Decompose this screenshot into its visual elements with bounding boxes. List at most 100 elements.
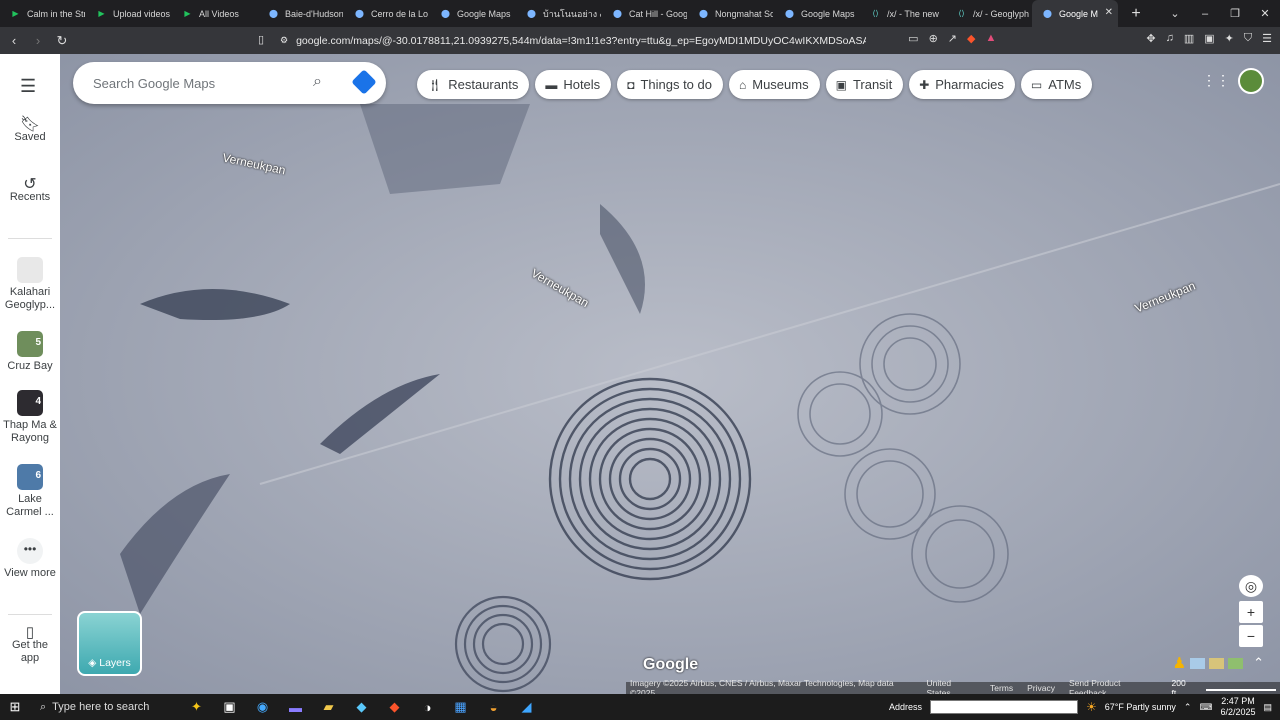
sidebar-icon[interactable]: ▥ xyxy=(1184,32,1194,45)
browser-tab[interactable]: ⬤ Google M ✕ xyxy=(1032,0,1118,27)
extensions-icon[interactable]: ✥ xyxy=(1146,32,1155,45)
keyboard-icon[interactable]: ⌨ xyxy=(1199,702,1212,713)
wallet-icon[interactable]: ▣ xyxy=(1204,32,1214,45)
close-tab-icon[interactable]: ✕ xyxy=(1105,7,1113,18)
brave-icon[interactable]: ◆ xyxy=(378,699,411,715)
rail-get-app[interactable]: ▯ Get the app xyxy=(0,625,60,665)
browser-tab[interactable]: ⟨⟩/x/ - The new xyxy=(860,0,946,27)
chip-transit[interactable]: ▣ Transit xyxy=(825,70,904,99)
install-icon[interactable]: ▭ xyxy=(908,32,918,45)
browser-tab[interactable]: ▶ Upload videos xyxy=(86,0,172,27)
chip-hotels[interactable]: ▬ Hotels xyxy=(535,70,612,99)
taskbar-search[interactable]: ⌕ Type here to search xyxy=(30,694,180,720)
weather-text[interactable]: 67°F Partly sunny xyxy=(1105,702,1176,712)
browser-tab[interactable]: ⬤ Google Maps xyxy=(430,0,516,27)
tab-search-icon[interactable]: ⌄ xyxy=(1160,7,1190,20)
zoom-icon[interactable]: ⊕ xyxy=(929,32,938,45)
bookmark-page-icon[interactable]: ▯ xyxy=(258,33,264,46)
close-window-button[interactable]: ✕ xyxy=(1250,7,1280,20)
search-box: ⌕ xyxy=(73,62,386,104)
my-location-icon[interactable]: ◎ xyxy=(1239,575,1263,597)
app-icon[interactable]: ▦ xyxy=(444,699,477,715)
browser-tab[interactable]: ⬤ Baie-d'Hudson xyxy=(258,0,344,27)
search-input[interactable] xyxy=(93,75,303,91)
rail-saved[interactable]: 🔖︎ Saved xyxy=(0,116,60,144)
browser-tab[interactable]: ⬤ Google Maps xyxy=(774,0,860,27)
rail-view-more[interactable]: ••• View more xyxy=(0,538,60,580)
chip-things-to-do[interactable]: ◘ Things to do xyxy=(617,70,723,99)
expand-icon[interactable]: ⌃ xyxy=(1253,655,1264,671)
address-bar[interactable]: ⚙ google.com/maps/@-30.0178811,21.093927… xyxy=(280,30,880,51)
app-icon[interactable]: ◆ xyxy=(345,699,378,715)
new-tab-button[interactable]: + xyxy=(1126,5,1146,23)
task-view-icon[interactable]: ▣ xyxy=(213,699,246,715)
browser-tab[interactable]: ⬤ Cat Hill - Goog xyxy=(602,0,688,27)
minimize-button[interactable]: – xyxy=(1190,8,1220,20)
menu-icon[interactable]: ☰ xyxy=(1262,32,1272,45)
brave-shield-icon[interactable]: ◆ xyxy=(967,32,975,45)
chip-museums[interactable]: ⌂ Museums xyxy=(728,70,820,99)
apps-grid-icon[interactable]: ⋮⋮ xyxy=(1202,72,1230,89)
app-icon[interactable]: ◒ xyxy=(477,700,510,715)
vpn-icon[interactable]: ⛉ xyxy=(1244,32,1252,45)
share-icon[interactable]: ↗ xyxy=(948,32,957,45)
satellite-map[interactable]: Verneukpan Verneukpan Verneukpan xyxy=(60,54,1280,694)
place-thumbnail: 6 xyxy=(17,464,43,490)
restore-button[interactable]: ❐ xyxy=(1220,7,1250,20)
map-controls: ◎ + − xyxy=(1239,575,1263,649)
app-icon[interactable]: ▬ xyxy=(279,700,312,715)
avatar[interactable] xyxy=(1238,68,1264,94)
browser-tab[interactable]: ▶ All Videos xyxy=(172,0,258,27)
hamburger-menu-icon[interactable]: ☰ xyxy=(20,76,36,97)
notifications-icon[interactable]: ▤ xyxy=(1263,702,1272,713)
address-label: Address xyxy=(888,702,922,712)
app-icon[interactable]: ◉ xyxy=(246,699,279,715)
windows-start-icon[interactable]: ⊞ xyxy=(0,699,30,715)
pegman-icon[interactable]: ♟ xyxy=(1173,654,1186,672)
address-toolbar-input[interactable] xyxy=(929,700,1078,714)
browser-tab[interactable]: ⬤ Nongmahat So xyxy=(688,0,774,27)
app-icon[interactable]: ◑ xyxy=(411,700,444,715)
search-icon[interactable]: ⌕ xyxy=(313,73,322,91)
rail-recent-place[interactable]: 6 Lake Carmel ... xyxy=(0,464,60,519)
chip-atms[interactable]: ▭ ATMs xyxy=(1020,70,1093,99)
browser-tab[interactable]: ⬤ Cerro de la Lo xyxy=(344,0,430,27)
browser-tab[interactable]: ⟨⟩/x/ - Geoglyph xyxy=(946,0,1032,27)
privacy-link[interactable]: Privacy xyxy=(1027,683,1055,693)
browser-toolbar: ‹ › ↻ ▯ ⚙ google.com/maps/@-30.0178811,2… xyxy=(0,27,1280,54)
layers-button[interactable]: ◈ Layers xyxy=(77,611,142,676)
chip-pharmacies[interactable]: ✚ Pharmacies xyxy=(909,70,1015,99)
terrain-option[interactable] xyxy=(1209,657,1225,669)
app-icon[interactable]: ◢ xyxy=(510,699,543,715)
media-icon[interactable]: ♫ xyxy=(1166,32,1174,45)
directions-icon[interactable] xyxy=(351,69,377,95)
chip-restaurants[interactable]: 🍴︎ Restaurants xyxy=(417,70,530,99)
back-icon[interactable]: ‹ xyxy=(4,33,24,48)
zoom-in-button[interactable]: + xyxy=(1239,601,1263,623)
browser-tab[interactable]: ▶ Calm in the Str xyxy=(0,0,86,27)
globe-option[interactable] xyxy=(1228,657,1244,669)
browser-tab[interactable]: ⬤บ้านโนนอย่าง & น xyxy=(516,0,602,27)
imagery-option[interactable] xyxy=(1190,657,1206,669)
forward-icon[interactable]: › xyxy=(28,33,48,48)
layers-icon: ◈ xyxy=(88,657,97,669)
rail-recent-place[interactable]: 4 Thap Ma & Rayong xyxy=(0,390,60,445)
rail-recents[interactable]: ↺ Recents xyxy=(0,177,60,204)
rail-recent-place[interactable]: 5 Cruz Bay xyxy=(0,331,60,373)
tray-chevron-icon[interactable]: ⌃ xyxy=(1184,702,1192,713)
file-explorer-icon[interactable]: ▰ xyxy=(312,699,345,715)
bookmark-icon: 🔖︎ xyxy=(19,116,41,133)
url-text: google.com/maps/@-30.0178811,21.0939275,… xyxy=(296,34,867,47)
terms-link[interactable]: Terms xyxy=(990,683,1013,693)
reload-icon[interactable]: ↻ xyxy=(52,33,72,49)
clock[interactable]: 2:47 PM 6/2/2025 xyxy=(1220,696,1255,718)
leo-icon[interactable]: ✦ xyxy=(1225,32,1234,45)
site-info-icon[interactable]: ⚙ xyxy=(280,35,288,46)
map-pin-icon: ⬤ xyxy=(269,9,278,18)
rewards-icon[interactable]: ▲ xyxy=(985,32,996,45)
rail-recent-place[interactable]: Kalahari Geoglyp... xyxy=(0,257,60,312)
atm-icon: ▭ xyxy=(1030,77,1043,92)
left-sidebar: ☰ 🔖︎ Saved ↺ Recents Kalahari Geoglyp...… xyxy=(0,54,60,694)
copilot-icon[interactable]: ✦ xyxy=(180,699,213,715)
zoom-out-button[interactable]: − xyxy=(1239,625,1263,647)
